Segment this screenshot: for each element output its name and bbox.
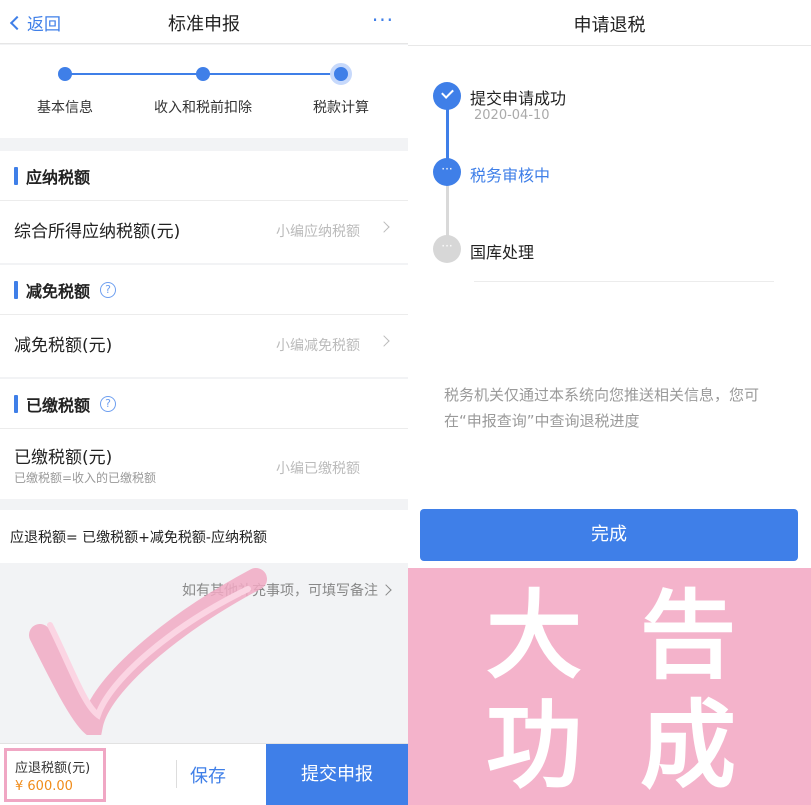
page-title: 申请退税 — [573, 15, 646, 36]
divider — [176, 760, 177, 788]
chevron-right-icon — [380, 584, 392, 596]
divider — [474, 281, 774, 282]
celebration-banner: 大 告 功 成 — [408, 568, 811, 805]
section-paid: 已缴税额 ? 已缴税额(元) 已缴税额=收入的已缴税额 小编已缴税额 — [0, 379, 408, 499]
accent-bar — [14, 166, 18, 185]
row-value: 小编已缴税额 — [276, 461, 360, 477]
section-header: 已缴税额 ? — [0, 379, 408, 429]
done-button[interactable]: 完成 — [420, 509, 798, 561]
formula-row: 应退税额= 已缴税额+减免税额-应纳税额 — [0, 510, 408, 563]
banner-char: 功 — [486, 690, 582, 802]
refund-amount: ¥ 600.00 — [15, 779, 73, 794]
accent-bar — [14, 280, 18, 299]
submit-declaration-button[interactable]: 提交申报 — [266, 744, 408, 805]
save-button[interactable]: 保存 — [190, 762, 226, 788]
formula-text: 应退税额= 已缴税额+减免税额-应纳税额 — [10, 530, 267, 546]
step-dot-2 — [196, 67, 210, 81]
refund-label: 应退税额(元) — [15, 761, 91, 776]
info-text: 税务机关仅通过本系统向您推送相关信息，您可在“申报查询”中查询退税进度 — [444, 386, 760, 430]
row-label: 综合所得应纳税额(元) — [14, 222, 181, 242]
section-title: 已缴税额 — [26, 395, 91, 415]
section-title: 应纳税额 — [26, 167, 91, 187]
row-sublabel: 已缴税额=收入的已缴税额 — [14, 471, 157, 485]
page-title: 标准申报 — [168, 14, 240, 35]
paid-row[interactable]: 已缴税额(元) 已缴税额=收入的已缴税额 小编已缴税额 — [0, 429, 408, 499]
more-icon[interactable]: ··· — [372, 10, 394, 30]
timeline-step-label: 提交申请成功 — [470, 89, 567, 108]
section-title: 减免税额 — [26, 281, 91, 301]
accent-bar — [14, 394, 18, 413]
declaration-panel: 返回 标准申报 ··· 基本信息 收入和税前扣除 税款计算 应纳税额 综合所得应… — [0, 0, 408, 805]
banner-char: 成 — [640, 690, 736, 802]
section-payable: 应纳税额 综合所得应纳税额(元) 小编应纳税额 — [0, 151, 408, 263]
step-label-1: 基本信息 — [37, 100, 93, 116]
step-dot-1 — [58, 67, 72, 81]
step-label-3: 税款计算 — [313, 100, 369, 116]
banner-char: 告 — [640, 580, 736, 692]
section-relief: 减免税额 ? 减免税额(元) 小编减免税额 — [0, 265, 408, 377]
bottom-action-bar: 应退税额(元) ¥ 600.00 保存 提交申报 — [0, 743, 408, 805]
ellipsis-icon: ··· — [433, 158, 461, 186]
step-dot-3-active — [330, 63, 352, 85]
timeline-connector-pending — [446, 180, 449, 242]
payable-row[interactable]: 综合所得应纳税额(元) 小编应纳税额 — [0, 201, 408, 263]
banner-char: 大 — [486, 580, 582, 692]
help-icon[interactable]: ? — [100, 281, 117, 298]
screenshot-root: 返回 标准申报 ··· 基本信息 收入和税前扣除 税款计算 应纳税额 综合所得应… — [0, 0, 811, 805]
chevron-right-icon — [378, 335, 390, 347]
refund-summary: 应退税额(元) ¥ 600.00 — [4, 748, 106, 802]
chevron-right-icon — [378, 221, 390, 233]
brush-check-icon — [29, 568, 267, 735]
help-icon[interactable]: ? — [100, 395, 117, 412]
section-header: 应纳税额 — [0, 151, 408, 201]
ellipsis-icon: ··· — [433, 235, 461, 263]
nav-bar: 返回 标准申报 ··· — [0, 0, 408, 44]
refund-status-panel: 申请退税 提交申请成功 2020-04-10 ··· 税务审核中 ··· 国库处… — [408, 0, 811, 805]
section-header: 减免税额 ? — [0, 265, 408, 315]
step-progress: 基本信息 收入和税前扣除 税款计算 — [0, 45, 408, 138]
check-icon — [433, 82, 461, 110]
nav-bar: 申请退税 — [408, 0, 811, 46]
row-value: 小编应纳税额 — [276, 224, 360, 240]
timeline-step-date: 2020-04-10 — [474, 108, 550, 123]
row-label: 减免税额(元) — [14, 336, 113, 356]
timeline-step-label: 国库处理 — [470, 243, 535, 262]
row-value: 小编减免税额 — [276, 338, 360, 354]
step-label-2: 收入和税前扣除 — [154, 100, 252, 116]
timeline-step-label: 税务审核中 — [470, 166, 551, 185]
row-label: 已缴税额(元) — [14, 448, 113, 468]
relief-row[interactable]: 减免税额(元) 小编减免税额 — [0, 315, 408, 377]
